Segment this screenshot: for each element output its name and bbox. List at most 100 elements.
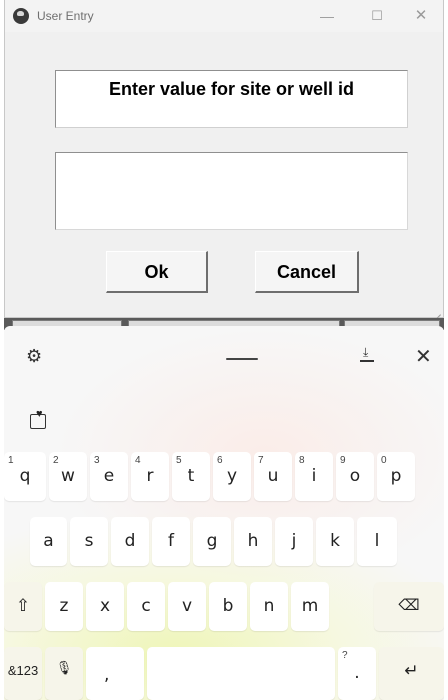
key-char: u bbox=[267, 466, 279, 486]
key-char: m bbox=[301, 596, 319, 616]
key-k[interactable]: k bbox=[316, 517, 354, 566]
dock-bar bbox=[360, 360, 374, 362]
key-u[interactable]: 7 u bbox=[254, 452, 292, 501]
shift-key[interactable]: ⇧ bbox=[4, 582, 42, 631]
key-number: 6 bbox=[217, 455, 223, 466]
key-f[interactable]: f bbox=[152, 517, 190, 566]
key-char: h bbox=[247, 531, 259, 551]
key-number: 2 bbox=[53, 455, 59, 466]
key-q[interactable]: 1 q bbox=[4, 452, 46, 501]
key-char: b bbox=[222, 596, 234, 616]
key-char: g bbox=[206, 531, 218, 551]
key-n[interactable]: n bbox=[250, 582, 288, 631]
close-button[interactable]: ✕ bbox=[401, 4, 441, 28]
key-char: a bbox=[43, 531, 54, 551]
key-number: 4 bbox=[135, 455, 141, 466]
key-char: , bbox=[104, 665, 110, 685]
microphone-key[interactable]: 🎙 bbox=[45, 647, 83, 700]
period-key[interactable]: ? . bbox=[338, 647, 376, 700]
key-char: o bbox=[349, 466, 361, 486]
space-bar[interactable] bbox=[147, 647, 335, 700]
key-a[interactable]: a bbox=[30, 517, 67, 566]
key-number: 8 bbox=[299, 455, 305, 466]
key-o[interactable]: 9 o bbox=[336, 452, 374, 501]
key-char: q bbox=[19, 466, 31, 486]
key-j[interactable]: j bbox=[275, 517, 313, 566]
emoji-sticker-icon[interactable] bbox=[30, 408, 46, 429]
enter-icon: ↵ bbox=[404, 661, 419, 681]
key-char: p bbox=[390, 466, 402, 486]
key-number: 5 bbox=[176, 455, 182, 466]
key-v[interactable]: v bbox=[168, 582, 206, 631]
key-number: 3 bbox=[94, 455, 100, 466]
symbols-label: &123 bbox=[7, 663, 39, 678]
key-alt-char: ? bbox=[342, 650, 348, 661]
key-s[interactable]: s bbox=[70, 517, 108, 566]
key-char: l bbox=[374, 531, 380, 551]
key-d[interactable]: d bbox=[111, 517, 149, 566]
maximize-button[interactable]: ☐ bbox=[357, 4, 397, 28]
key-char: r bbox=[146, 466, 154, 486]
key-char: x bbox=[99, 596, 111, 616]
dock-arrow: ⤓ bbox=[363, 345, 369, 359]
close-keyboard-icon[interactable]: ✕ bbox=[415, 344, 432, 369]
key-t[interactable]: 5 t bbox=[172, 452, 210, 501]
window-title: User Entry bbox=[37, 9, 94, 23]
key-p[interactable]: 0 p bbox=[377, 452, 415, 501]
key-char: w bbox=[61, 466, 75, 486]
key-char: e bbox=[103, 466, 115, 486]
backspace-icon: ⌫ bbox=[398, 596, 420, 614]
key-x[interactable]: x bbox=[86, 582, 124, 631]
key-r[interactable]: 4 r bbox=[131, 452, 169, 501]
comma-key[interactable]: , bbox=[86, 647, 144, 700]
key-number: 1 bbox=[8, 455, 14, 466]
settings-icon[interactable]: ⚙ bbox=[26, 346, 42, 367]
key-m[interactable]: m bbox=[291, 582, 329, 631]
prompt-label: Enter value for site or well id bbox=[108, 79, 355, 99]
key-i[interactable]: 8 i bbox=[295, 452, 333, 501]
key-char: z bbox=[59, 596, 69, 616]
microphone-icon: 🎙 bbox=[55, 661, 73, 676]
key-h[interactable]: h bbox=[234, 517, 272, 566]
key-char: k bbox=[330, 531, 340, 551]
dock-keyboard-icon[interactable]: ⤓ bbox=[359, 345, 375, 365]
key-c[interactable]: c bbox=[127, 582, 165, 631]
key-b[interactable]: b bbox=[209, 582, 247, 631]
keyboard-toolbar: ⚙ ⤓ ✕ bbox=[4, 326, 444, 386]
resize-grip[interactable] bbox=[431, 305, 441, 315]
prompt-box: Enter value for site or well id bbox=[55, 70, 408, 128]
touch-keyboard: ⚙ ⤓ ✕ 1 q 2 w 3 e 4 r 5 t 6 y 7 u 8 i bbox=[4, 326, 444, 700]
key-number: 0 bbox=[381, 455, 387, 466]
minimize-button[interactable]: — bbox=[307, 4, 347, 28]
key-char: f bbox=[168, 531, 174, 551]
key-char: i bbox=[311, 466, 317, 486]
drag-handle[interactable] bbox=[226, 358, 258, 360]
key-char: t bbox=[187, 466, 195, 486]
enter-key[interactable]: ↵ bbox=[379, 647, 444, 700]
title-bar[interactable]: User Entry — ☐ ✕ bbox=[5, 0, 443, 32]
key-char: s bbox=[84, 531, 94, 551]
user-entry-dialog: User Entry — ☐ ✕ Enter value for site or… bbox=[4, 0, 444, 318]
key-e[interactable]: 3 e bbox=[90, 452, 128, 501]
key-w[interactable]: 2 w bbox=[49, 452, 87, 501]
symbols-key[interactable]: &123 bbox=[4, 647, 42, 700]
shift-icon: ⇧ bbox=[15, 596, 31, 616]
value-input[interactable] bbox=[55, 152, 408, 230]
backspace-key[interactable]: ⌫ bbox=[374, 582, 444, 631]
cancel-button[interactable]: Cancel bbox=[255, 251, 359, 293]
key-g[interactable]: g bbox=[193, 517, 231, 566]
key-number: 9 bbox=[340, 455, 346, 466]
key-char: c bbox=[141, 596, 151, 616]
key-char: d bbox=[124, 531, 136, 551]
key-char: . bbox=[354, 663, 360, 683]
app-icon bbox=[13, 8, 29, 24]
key-char: j bbox=[291, 531, 297, 551]
key-z[interactable]: z bbox=[45, 582, 83, 631]
key-number: 7 bbox=[258, 455, 264, 466]
key-l[interactable]: l bbox=[357, 517, 397, 566]
key-char: n bbox=[263, 596, 275, 616]
key-y[interactable]: 6 y bbox=[213, 452, 251, 501]
key-char: v bbox=[181, 596, 193, 616]
key-char: y bbox=[226, 466, 238, 486]
ok-button[interactable]: Ok bbox=[106, 251, 208, 293]
